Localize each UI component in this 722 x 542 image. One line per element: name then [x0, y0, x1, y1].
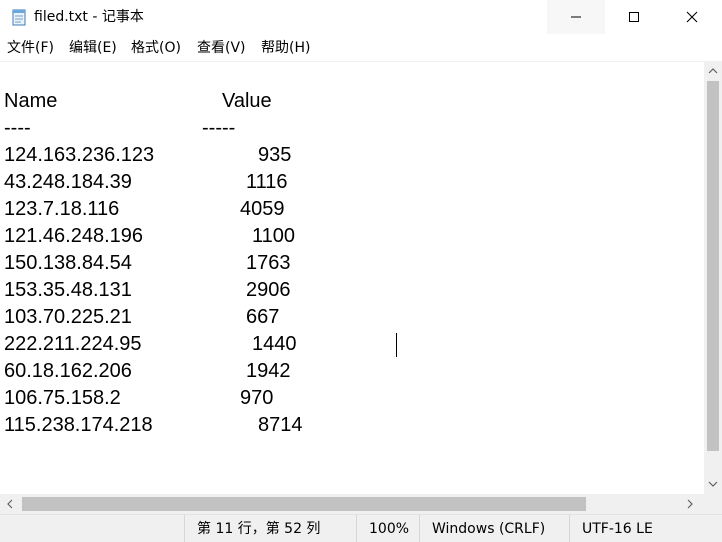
row-name: 115.238.174.218	[4, 414, 153, 436]
scrollbar-corner	[704, 494, 722, 514]
minimize-button[interactable]	[547, 0, 605, 34]
scroll-down-icon[interactable]	[704, 474, 722, 494]
row-value: 1100	[252, 225, 296, 247]
row-name: 222.211.224.95	[4, 333, 142, 355]
text-caret	[396, 333, 397, 357]
separator-name: ----	[4, 117, 31, 139]
row-name: 43.248.184.39	[4, 171, 132, 193]
row-value: 1440	[252, 333, 297, 355]
scroll-up-icon[interactable]	[704, 61, 722, 81]
menu-edit[interactable]: 编辑(E)	[69, 39, 117, 57]
status-line-ending: Windows (CRLF)	[419, 515, 545, 542]
close-icon	[686, 8, 698, 27]
horizontal-scroll-thumb[interactable]	[22, 497, 586, 511]
row-value: 935	[258, 144, 292, 166]
menu-help[interactable]: 帮助(H)	[261, 39, 310, 57]
separator-value: -----	[202, 117, 236, 139]
scroll-left-icon[interactable]	[0, 494, 20, 514]
row-value: 8714	[258, 414, 303, 436]
scroll-right-icon[interactable]	[680, 494, 700, 514]
window-title: filed.txt - 记事本	[34, 9, 144, 25]
row-value: 4059	[240, 198, 285, 220]
vertical-scrollbar[interactable]	[704, 61, 722, 494]
minimize-icon	[570, 8, 582, 27]
row-name: 106.75.158.2	[4, 387, 121, 409]
close-button[interactable]	[663, 0, 721, 34]
status-cursor-position: 第 11 行，第 52 列	[184, 515, 320, 542]
status-encoding: UTF-16 LE	[569, 515, 653, 542]
row-name: 121.46.248.196	[4, 225, 144, 247]
title-bar[interactable]: filed.txt - 记事本	[0, 0, 722, 34]
row-value: 970	[240, 387, 274, 409]
row-value: 1116	[246, 171, 288, 193]
row-value: 667	[246, 306, 280, 328]
header-name: Name	[4, 90, 58, 112]
menu-file[interactable]: 文件(F)	[7, 39, 54, 57]
header-value: Value	[222, 90, 272, 112]
row-name: 60.18.162.206	[4, 360, 132, 382]
row-value: 2906	[246, 279, 291, 301]
text-editor[interactable]: Name Value ---- ----- 124.163.236.123 93…	[0, 61, 704, 494]
row-value: 1763	[246, 252, 291, 274]
status-bar: 第 11 行，第 52 列 100% Windows (CRLF) UTF-16…	[0, 514, 722, 542]
horizontal-scrollbar[interactable]	[0, 494, 704, 514]
status-zoom: 100%	[356, 515, 409, 542]
menu-bar: 文件(F) 编辑(E) 格式(O) 查看(V) 帮助(H)	[0, 36, 722, 60]
maximize-icon	[628, 8, 640, 27]
row-value: 1942	[246, 360, 291, 382]
row-name: 123.7.18.116	[4, 198, 120, 220]
maximize-button[interactable]	[605, 0, 663, 34]
row-name: 124.163.236.123	[4, 144, 155, 166]
notepad-icon	[10, 8, 28, 26]
menu-view[interactable]: 查看(V)	[197, 39, 246, 57]
row-name: 153.35.48.131	[4, 279, 132, 301]
row-name: 150.138.84.54	[4, 252, 132, 274]
vertical-scroll-thumb[interactable]	[707, 81, 719, 451]
row-name: 103.70.225.21	[4, 306, 132, 328]
menu-format[interactable]: 格式(O)	[131, 39, 181, 57]
